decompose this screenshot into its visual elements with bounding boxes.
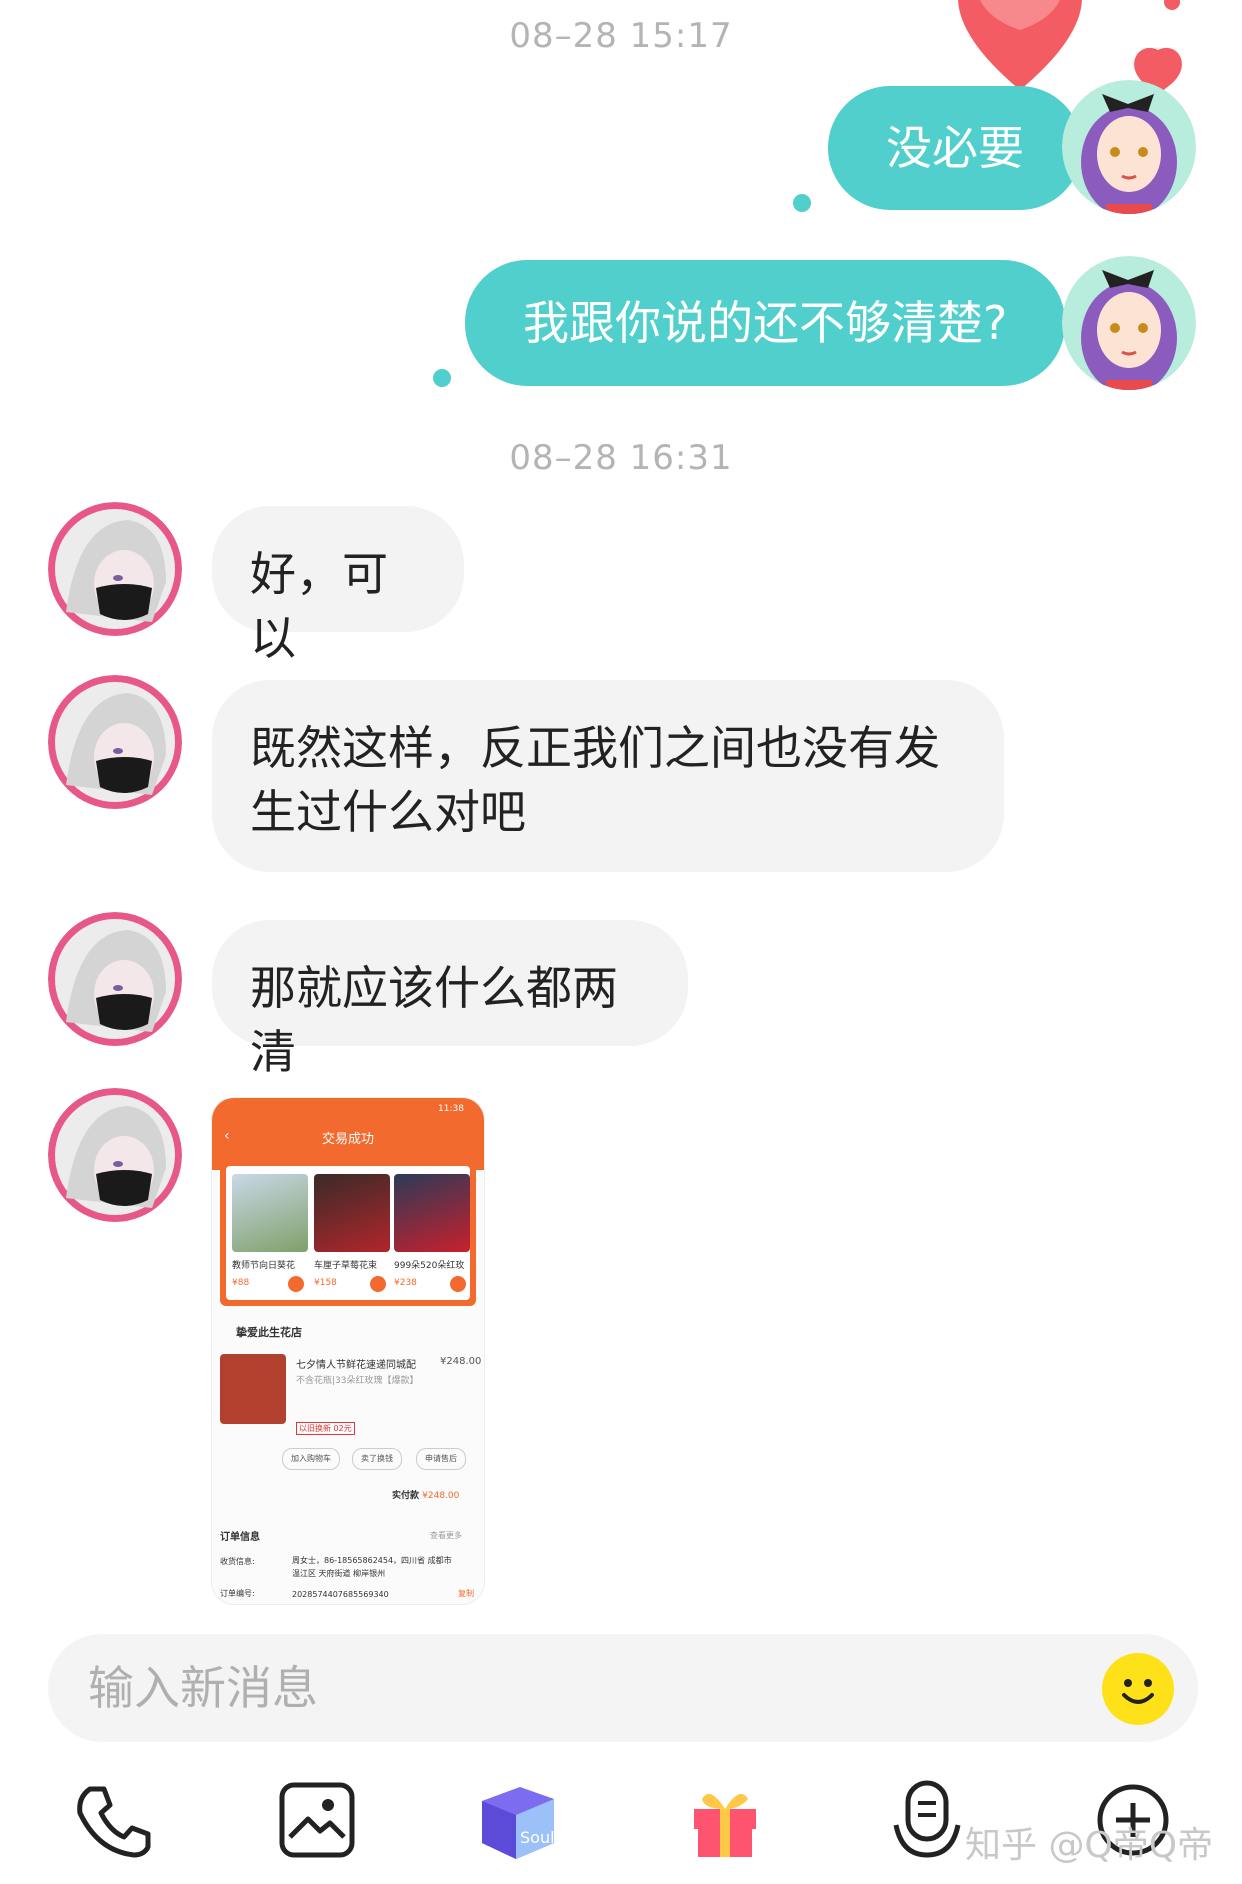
product-image: [314, 1174, 390, 1252]
photo-icon[interactable]: [272, 1775, 362, 1865]
shop-name: 挚爱此生花店: [236, 1326, 302, 1339]
order-info-title: 订单信息: [220, 1532, 260, 1543]
timestamp: 08–28 15:17: [509, 16, 733, 56]
order-status-title: 交易成功: [321, 1132, 374, 1147]
emoji-icon[interactable]: [1102, 1653, 1174, 1725]
sent-message-bubble[interactable]: 我跟你说的还不够清楚?: [465, 260, 1066, 386]
order-no-value: 2028574407685569340: [292, 1590, 389, 1599]
paid-amount: 实付款 ¥248.00: [392, 1488, 459, 1501]
product-price: ¥88: [232, 1278, 250, 1288]
order-info-more: 查看更多: [430, 1531, 462, 1540]
input-placeholder: 输入新消息: [88, 1661, 318, 1715]
soul-box-icon[interactable]: Soul: [472, 1775, 562, 1865]
gift-icon[interactable]: [680, 1775, 770, 1865]
item-spec: 不含花瓶|33朵红玫瑰【爆款】: [296, 1376, 419, 1386]
image-message[interactable]: 11:38 ‹ 交易成功 教师节向日葵花 车厘子草莓花束 999朵520朵红玫 …: [212, 1098, 484, 1604]
product-price: ¥158: [314, 1278, 337, 1288]
my-avatar[interactable]: [1062, 80, 1196, 214]
paid-label: 实付款: [392, 1491, 420, 1501]
contact-avatar[interactable]: [48, 912, 182, 1046]
add-cart-pill: 加入购物车: [282, 1448, 340, 1470]
cart-icon: [450, 1276, 466, 1292]
unread-dot: [793, 194, 811, 212]
recommend-panel: 教师节向日葵花 车厘子草莓花束 999朵520朵红玫 ¥88 ¥158 ¥238: [220, 1158, 476, 1306]
contact-avatar[interactable]: [48, 675, 182, 809]
received-message-bubble[interactable]: 好，可以: [212, 506, 464, 665]
resell-pill: 卖了换钱: [352, 1448, 402, 1470]
paid-value: ¥248.00: [422, 1491, 460, 1501]
after-sale-pill: 申请售后: [416, 1448, 466, 1470]
phone-icon[interactable]: [68, 1775, 158, 1865]
message-input[interactable]: 输入新消息: [48, 1634, 1198, 1742]
received-message-bubble[interactable]: 那就应该什么都两清: [212, 920, 688, 1079]
cart-icon: [288, 1276, 304, 1292]
item-name: 七夕情人节鲜花速递同城配: [296, 1360, 416, 1371]
sent-message-bubble[interactable]: 没必要: [828, 86, 1082, 210]
order-no-label: 订单编号:: [220, 1589, 255, 1598]
receiver-value: 周女士，86-18565862454，四川省 成都市 温江区 天府街道 柳岸银州: [292, 1556, 452, 1578]
product-image: [394, 1174, 470, 1252]
product-name: 999朵520朵红玫: [394, 1261, 465, 1271]
product-image: [232, 1174, 308, 1252]
watermark: 知乎 @Q帝Q帝: [965, 1825, 1214, 1866]
contact-avatar[interactable]: [48, 1088, 182, 1222]
product-price: ¥238: [394, 1278, 417, 1288]
item-price: ¥248.00: [440, 1356, 482, 1367]
received-message-bubble[interactable]: 既然这样，反正我们之间也没有发生过什么对吧: [212, 680, 1004, 872]
receiver-label: 收货信息:: [220, 1557, 255, 1566]
svg-text:Soul: Soul: [520, 1828, 555, 1847]
item-thumbnail: [220, 1354, 286, 1424]
my-avatar[interactable]: [1062, 256, 1196, 390]
contact-avatar[interactable]: [48, 502, 182, 636]
copy-link: 复制: [458, 1589, 474, 1598]
product-name: 教师节向日葵花: [232, 1261, 296, 1271]
item-tag: 以旧换新 02元: [296, 1422, 355, 1435]
timestamp: 08–28 16:31: [509, 438, 733, 478]
status-time: 11:38: [438, 1104, 464, 1114]
unread-dot: [433, 369, 451, 387]
voice-icon[interactable]: [882, 1775, 972, 1865]
cart-icon: [370, 1276, 386, 1292]
product-name: 车厘子草莓花束: [314, 1261, 378, 1271]
